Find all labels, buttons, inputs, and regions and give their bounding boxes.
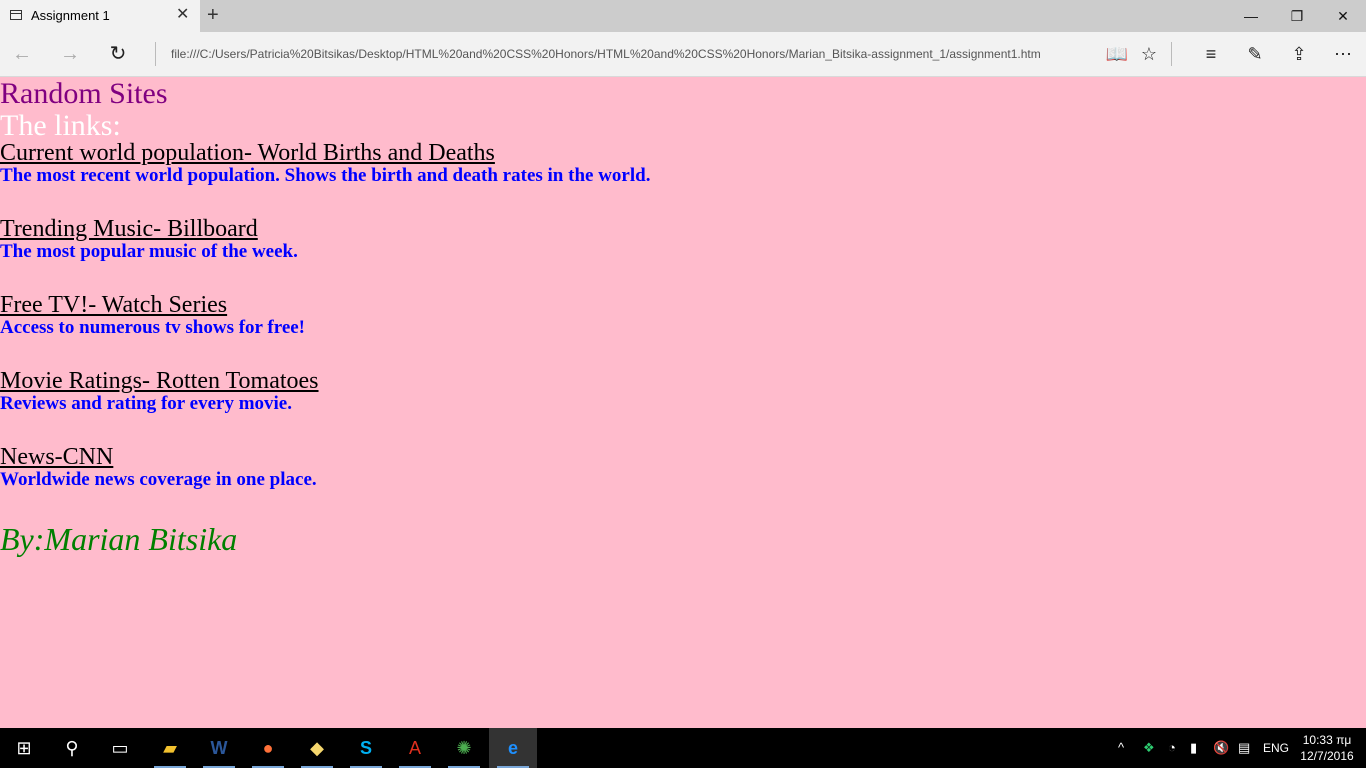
tab-title: Assignment 1 bbox=[31, 8, 110, 23]
link-description: The most recent world population. Shows … bbox=[0, 165, 651, 186]
reading-view-icon[interactable]: 📖 bbox=[1103, 41, 1131, 67]
forward-icon[interactable]: → bbox=[56, 41, 84, 67]
edge-icon[interactable]: e bbox=[489, 728, 537, 768]
date: 12/7/2016 bbox=[1300, 749, 1354, 763]
start-windows-icon[interactable]: ⊞ bbox=[0, 728, 48, 768]
new-tab-icon[interactable]: + bbox=[207, 4, 219, 26]
more-icon[interactable]: ⋯ bbox=[1329, 41, 1357, 67]
volume-muted-icon[interactable]: 🔇 bbox=[1213, 728, 1229, 768]
back-icon[interactable]: ← bbox=[8, 41, 36, 67]
links-heading: The links: bbox=[0, 109, 121, 142]
file-explorer-icon[interactable]: ▰ bbox=[146, 728, 194, 768]
share-icon[interactable]: ⇪ bbox=[1285, 41, 1313, 67]
time: 10:33 πμ bbox=[1302, 733, 1352, 747]
dropbox-icon[interactable]: ❖ bbox=[1143, 728, 1155, 768]
folder-icon[interactable]: ◆ bbox=[293, 728, 341, 768]
taskbar: ⊞ ⚲ ▭ ▰ W ● ◆ S A ✺ e ^ ❖ ◔ ▮ 🔇 ▤ ENG 10… bbox=[0, 728, 1366, 768]
search-icon[interactable]: ⚲ bbox=[48, 728, 96, 768]
hub-icon[interactable]: ≡ bbox=[1197, 41, 1225, 67]
link-description: The most popular music of the week. bbox=[0, 241, 298, 262]
restore-icon[interactable]: ❐ bbox=[1274, 0, 1320, 32]
task-view-icon[interactable]: ▭ bbox=[96, 728, 144, 768]
page-title: Random Sites bbox=[0, 77, 168, 110]
web-note-icon[interactable]: ✎ bbox=[1241, 41, 1269, 67]
browser-tab[interactable]: Assignment 1 ✕ bbox=[0, 0, 200, 32]
wifi-icon[interactable]: ◔ bbox=[1168, 728, 1176, 768]
navigation-bar: ← → ↻ file:///C:/Users/Patricia%20Bitsik… bbox=[0, 32, 1366, 77]
firefox-icon[interactable]: ● bbox=[244, 728, 292, 768]
link-news-cnn[interactable]: News-CNN bbox=[0, 443, 113, 471]
author-byline: By:Marian Bitsika bbox=[0, 521, 238, 557]
skype-icon[interactable]: S bbox=[342, 728, 390, 768]
link-free-tv[interactable]: Free TV!- Watch Series bbox=[0, 291, 227, 319]
link-movie-ratings[interactable]: Movie Ratings- Rotten Tomatoes bbox=[0, 367, 319, 395]
divider bbox=[155, 42, 156, 66]
page-icon bbox=[10, 10, 22, 20]
favorite-star-icon[interactable]: ☆ bbox=[1135, 41, 1163, 67]
address-bar[interactable]: file:///C:/Users/Patricia%20Bitsikas/Des… bbox=[171, 47, 1096, 61]
chevron-up-icon[interactable]: ^ bbox=[1118, 728, 1124, 768]
close-tab-icon[interactable]: ✕ bbox=[176, 6, 189, 24]
tab-strip: Assignment 1 ✕ + — ❐ ✕ bbox=[0, 0, 1366, 32]
link-world-population[interactable]: Current world population- World Births a… bbox=[0, 139, 495, 167]
link-description: Access to numerous tv shows for free! bbox=[0, 317, 306, 338]
acrobat-icon[interactable]: A bbox=[391, 728, 439, 768]
page-content: Random Sites The links: Current world po… bbox=[0, 77, 1366, 728]
network-app-icon[interactable]: ✺ bbox=[440, 728, 488, 768]
minimize-icon[interactable]: — bbox=[1228, 0, 1274, 32]
action-center-icon[interactable]: ▤ bbox=[1238, 728, 1250, 768]
battery-icon[interactable]: ▮ bbox=[1190, 728, 1197, 768]
clock[interactable]: 10:33 πμ 12/7/2016 bbox=[1296, 732, 1358, 764]
link-description: Worldwide news coverage in one place. bbox=[0, 469, 317, 490]
refresh-icon[interactable]: ↻ bbox=[104, 41, 132, 67]
close-window-icon[interactable]: ✕ bbox=[1320, 0, 1366, 32]
divider bbox=[1171, 42, 1172, 66]
language-indicator[interactable]: ENG bbox=[1263, 728, 1289, 768]
link-trending-music[interactable]: Trending Music- Billboard bbox=[0, 215, 258, 243]
word-icon[interactable]: W bbox=[195, 728, 243, 768]
link-description: Reviews and rating for every movie. bbox=[0, 393, 292, 414]
